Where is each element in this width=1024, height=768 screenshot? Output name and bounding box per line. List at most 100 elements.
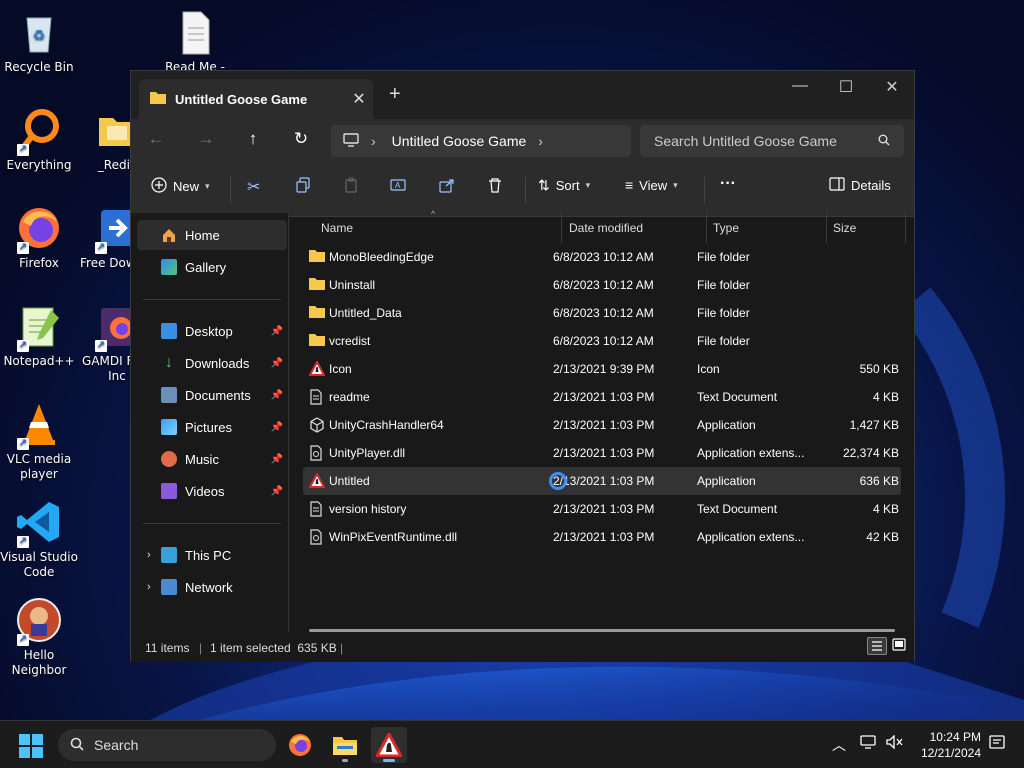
file-row[interactable]: readme 2/13/2021 1:03 PM Text Document 4 KB [303, 383, 901, 411]
tiles-view-toggle[interactable] [891, 637, 909, 655]
rename-button[interactable]: A [390, 177, 406, 196]
taskbar-file-explorer[interactable] [327, 727, 363, 763]
nav-label: Documents [185, 387, 251, 403]
breadcrumb-chevron-icon[interactable]: › [538, 133, 543, 149]
nav-item-gallery[interactable]: Gallery [137, 252, 287, 282]
chevron-right-icon[interactable]: › [147, 549, 151, 561]
chevron-right-icon[interactable]: › [147, 581, 151, 593]
sort-button[interactable]: ⇅ Sort ▾ [538, 177, 590, 194]
file-row[interactable]: vcredist 6/8/2023 10:12 AM File folder [303, 327, 901, 355]
file-row[interactable]: UnityCrashHandler64 2/13/2021 1:03 PM Appl… [303, 411, 901, 439]
more-options-button[interactable]: ··· [720, 175, 736, 193]
nav-item-videos[interactable]: Videos 📌 [137, 476, 287, 506]
nav-item-network[interactable]: › Network [137, 572, 287, 602]
file-row[interactable]: version history 2/13/2021 1:03 PM Text Doc… [303, 495, 901, 523]
pin-icon[interactable]: 📌 [271, 486, 283, 497]
desktop-icon-recycle-bin[interactable]: ♻ Recycle Bin [0, 8, 78, 75]
volume-muted-icon[interactable] [886, 734, 904, 753]
nav-label: Downloads [185, 355, 250, 371]
start-button[interactable] [18, 733, 44, 759]
details-button[interactable]: Details [829, 177, 891, 194]
network-icon[interactable] [860, 735, 876, 753]
status-divider: | [340, 641, 344, 655]
file-type: Application extens... [697, 446, 805, 460]
desktop-icon-firefox[interactable]: ↗ Firefox [0, 204, 78, 271]
goose-game-icon [308, 359, 326, 377]
file-type: Application [697, 474, 756, 488]
new-button[interactable]: New ▾ [151, 177, 210, 196]
file-type: Icon [697, 362, 720, 376]
gallery-icon [161, 259, 177, 275]
breadcrumb[interactable]: Untitled Goose Game [392, 133, 527, 149]
tab-close-icon[interactable]: ✕ [345, 89, 373, 109]
search-box[interactable]: Search Untitled Goose Game [640, 125, 904, 157]
firefox-icon [289, 734, 311, 756]
desktop-icon-notepadpp[interactable]: ↗ Notepad++ [0, 302, 78, 369]
rename-icon: A [390, 177, 406, 196]
new-tab-icon[interactable]: + [389, 83, 401, 106]
pin-icon[interactable]: 📌 [271, 454, 283, 465]
close-window-icon[interactable]: ✕ [869, 77, 915, 97]
back-icon[interactable]: ← [141, 129, 171, 149]
cut-button[interactable]: ✂ [247, 177, 260, 197]
minimize-icon[interactable]: — [777, 77, 823, 95]
nav-item-this-pc[interactable]: › This PC [137, 540, 287, 570]
pin-icon[interactable]: 📌 [271, 326, 283, 337]
refresh-icon[interactable]: ↻ [286, 129, 316, 149]
view-button[interactable]: ≡ View ▾ [625, 177, 678, 193]
maximize-icon[interactable]: ☐ [823, 77, 869, 97]
file-row[interactable]: UnityPlayer.dll 2/13/2021 1:03 PM Applicat… [303, 439, 901, 467]
column-divider[interactable] [826, 213, 827, 243]
file-row[interactable]: Icon 2/13/2021 9:39 PM Icon 550 KB [303, 355, 901, 383]
share-button[interactable] [439, 177, 455, 196]
desktop-icon-everything[interactable]: ↗ Everything [0, 106, 78, 173]
details-view-toggle[interactable] [867, 637, 887, 655]
file-row[interactable]: Untitled_Data 6/8/2023 10:12 AM File folde… [303, 299, 901, 327]
selection-info: 1 item selected 635 KB [210, 641, 337, 655]
file-row[interactable]: Untitled 2/13/2021 1:03 PM Application 636 … [303, 467, 901, 495]
copy-button[interactable] [295, 177, 311, 196]
nav-item-home[interactable]: Home [137, 220, 287, 250]
delete-button[interactable] [487, 177, 503, 196]
system-clock[interactable]: 10:24 PM 12/21/2024 [915, 729, 981, 761]
forward-icon[interactable]: → [191, 129, 221, 149]
file-name: Untitled [329, 474, 370, 488]
taskbar-untitled-goose-game[interactable] [371, 727, 407, 763]
tab-untitled-goose-game[interactable]: Untitled Goose Game ✕ [139, 79, 373, 119]
file-row[interactable]: WinPixEventRuntime.dll 2/13/2021 1:03 PM A… [303, 523, 901, 551]
nav-item-downloads[interactable]: ↓ Downloads 📌 [137, 348, 287, 378]
nav-item-music[interactable]: Music 📌 [137, 444, 287, 474]
scissors-icon: ✂ [247, 179, 261, 196]
up-icon[interactable]: ↑ [238, 129, 268, 149]
taskbar-search[interactable]: Search [58, 729, 276, 761]
sort-indicator-icon: ^ [431, 209, 436, 219]
column-header-type[interactable]: Type [713, 221, 739, 235]
navigation-pane: Home Gallery Desktop 📌 ↓ Downloads 📌 Doc… [131, 213, 289, 632]
nav-item-pictures[interactable]: Pictures 📌 [137, 412, 287, 442]
column-divider[interactable] [905, 213, 906, 243]
desktop-icon-readme[interactable]: Read Me - [156, 8, 234, 75]
nav-item-desktop[interactable]: Desktop 📌 [137, 316, 287, 346]
pin-icon[interactable]: 📌 [271, 422, 283, 433]
address-bar[interactable]: › Untitled Goose Game › [331, 125, 631, 157]
column-header-name[interactable]: Name [321, 221, 353, 235]
desktop-icon-vlc[interactable]: ↗ VLC media player [0, 400, 78, 482]
show-hidden-icons-chevron-icon[interactable]: ︿ [832, 735, 846, 755]
file-row[interactable]: MonoBleedingEdge 6/8/2023 10:12 AM File fo… [303, 243, 901, 271]
pin-icon[interactable]: 📌 [271, 390, 283, 401]
nav-label: Pictures [185, 419, 232, 435]
column-divider[interactable] [561, 213, 562, 243]
column-header-size[interactable]: Size [833, 221, 856, 235]
column-divider[interactable] [706, 213, 707, 243]
taskbar-firefox[interactable] [282, 727, 318, 763]
nav-item-documents[interactable]: Documents 📌 [137, 380, 287, 410]
pin-icon[interactable]: 📌 [271, 358, 283, 369]
file-row[interactable]: Uninstall 6/8/2023 10:12 AM File folder [303, 271, 901, 299]
desktop-icon-hello-neighbor[interactable]: ↗ Hello Neighbor [0, 596, 78, 678]
desktop-icon-vscode[interactable]: ↗ Visual Studio Code [0, 498, 78, 580]
notifications-icon[interactable] [988, 734, 1006, 756]
paste-button[interactable] [343, 177, 359, 196]
toolbar-divider [525, 177, 526, 203]
dll-file-icon [309, 445, 325, 461]
column-header-date[interactable]: Date modified [569, 221, 643, 235]
